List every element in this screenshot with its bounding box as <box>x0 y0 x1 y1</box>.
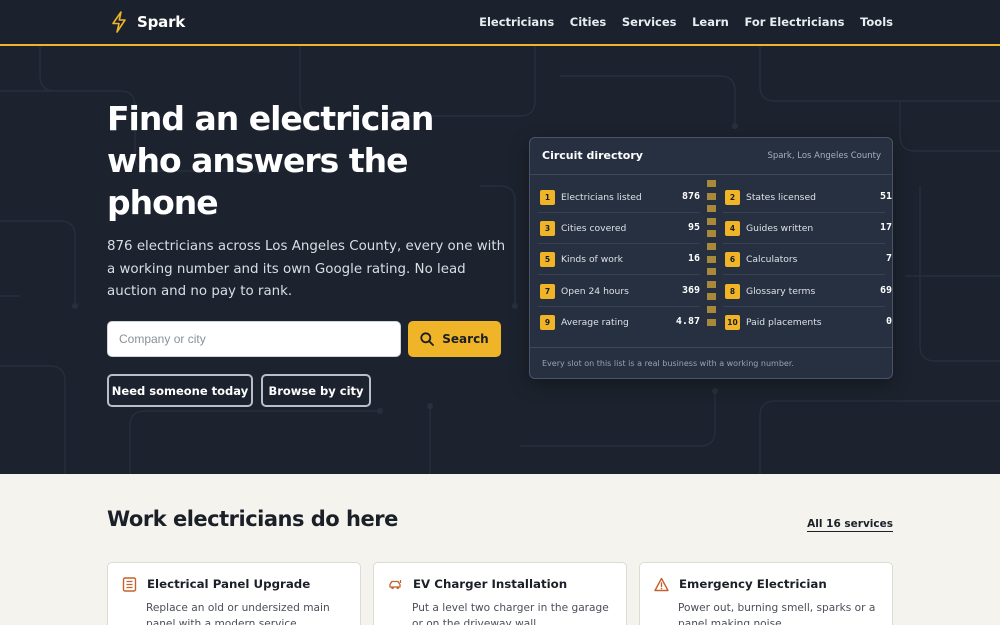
row-value: 16 <box>687 253 700 264</box>
directory-row: 5 Kinds of work 16 <box>538 244 700 275</box>
services-title: Work electricians do here <box>107 507 398 531</box>
search-button[interactable]: Search <box>408 321 501 357</box>
directory-row: 1 Electricians listed 876 <box>538 182 700 213</box>
service-card-ev-charger[interactable]: EV Charger Installation Put a level two … <box>373 562 627 625</box>
nav-link-tools[interactable]: Tools <box>860 15 893 29</box>
search-icon <box>420 332 435 346</box>
row-number-badge: 3 <box>540 221 555 236</box>
hero-title: Find an electrician who answers the phon… <box>107 99 434 222</box>
row-value: 51 <box>879 191 892 202</box>
hero-lead: 876 electricians across Los Angeles Coun… <box>107 239 506 299</box>
row-number-badge: 9 <box>540 315 555 330</box>
card-description: Power out, burning smell, sparks or a pa… <box>678 602 876 625</box>
all-services-link[interactable]: All 16 services <box>807 518 893 532</box>
card-title: Emergency Electrician <box>679 577 827 591</box>
directory-title: Circuit directory <box>542 149 643 162</box>
directory-row: 10 Paid placements 0 <box>723 307 892 338</box>
row-value: 69 <box>879 285 892 296</box>
row-value: 876 <box>681 191 700 202</box>
search-button-label: Search <box>442 332 489 346</box>
card-title: Electrical Panel Upgrade <box>147 577 311 591</box>
top-nav: Spark Electricians Cities Services Learn… <box>0 0 1000 46</box>
row-label: Paid placements <box>746 317 822 328</box>
logo[interactable]: Spark <box>110 11 185 33</box>
warning-icon <box>654 577 669 592</box>
directory-row: 4 Guides written 17 <box>723 213 892 244</box>
row-label: Kinds of work <box>561 254 623 265</box>
row-label: Open 24 hours <box>561 286 629 297</box>
lightning-bolt-icon <box>112 11 126 33</box>
directory-header: Circuit directory Spark, Los Angeles Cou… <box>530 138 892 175</box>
hero-section: Find an electrician who answers the phon… <box>0 46 1000 474</box>
directory-subtitle: Spark, Los Angeles County <box>767 151 881 161</box>
row-label: Average rating <box>561 317 629 328</box>
row-number-badge: 7 <box>540 284 555 299</box>
search-input[interactable] <box>107 321 401 357</box>
row-value: 7 <box>885 253 892 264</box>
row-number-badge: 4 <box>725 221 740 236</box>
directory-footer: Every slot on this list is a real busine… <box>530 347 892 378</box>
row-label: Electricians listed <box>561 192 642 203</box>
directory-row: 2 States licensed 51 <box>723 182 892 213</box>
row-label: Cities covered <box>561 223 627 234</box>
nav-link-learn[interactable]: Learn <box>692 15 729 29</box>
row-number-badge: 10 <box>725 315 740 330</box>
row-label: Guides written <box>746 223 814 234</box>
card-title: EV Charger Installation <box>413 577 568 591</box>
directory-row: 8 Glossary terms 69 <box>723 276 892 307</box>
service-card-panel-upgrade[interactable]: Electrical Panel Upgrade Replace an old … <box>107 562 361 625</box>
row-label: Calculators <box>746 254 798 265</box>
directory-row: 7 Open 24 hours 369 <box>538 276 700 307</box>
row-label: Glossary terms <box>746 286 816 297</box>
directory-footer-text: Every slot on this list is a real busine… <box>542 359 794 368</box>
card-description: Replace an old or undersized main panel … <box>146 602 330 625</box>
row-number-badge: 8 <box>725 284 740 299</box>
brand-name: Spark <box>137 13 186 31</box>
directory-row: 6 Calculators 7 <box>723 244 892 275</box>
directory-row: 9 Average rating 4.87 <box>538 307 700 338</box>
panel-icon <box>122 577 137 592</box>
nav-link-electricians[interactable]: Electricians <box>479 15 554 29</box>
circuit-bus-bar <box>707 180 716 340</box>
service-card-emergency[interactable]: Emergency Electrician Power out, burning… <box>639 562 893 625</box>
row-value: 369 <box>681 285 700 296</box>
row-value: 4.87 <box>675 316 700 327</box>
row-number-badge: 1 <box>540 190 555 205</box>
row-value: 95 <box>687 222 700 233</box>
row-number-badge: 5 <box>540 252 555 267</box>
nav-links: Electricians Cities Services Learn For E… <box>464 15 893 29</box>
row-label: States licensed <box>746 192 816 203</box>
nav-link-services[interactable]: Services <box>622 15 677 29</box>
browse-by-city-button[interactable]: Browse by city <box>261 374 371 407</box>
directory-row: 3 Cities covered 95 <box>538 213 700 244</box>
row-value: 0 <box>885 316 892 327</box>
card-description: Put a level two charger in the garage or… <box>412 602 609 625</box>
row-number-badge: 6 <box>725 252 740 267</box>
row-value: 17 <box>879 222 892 233</box>
need-someone-today-button[interactable]: Need someone today <box>107 374 253 407</box>
circuit-directory-card: Circuit directory Spark, Los Angeles Cou… <box>529 137 893 379</box>
car-charger-icon <box>389 580 402 590</box>
nav-link-for-electricians[interactable]: For Electricians <box>744 15 844 29</box>
nav-link-cities[interactable]: Cities <box>570 15 606 29</box>
row-number-badge: 2 <box>725 190 740 205</box>
